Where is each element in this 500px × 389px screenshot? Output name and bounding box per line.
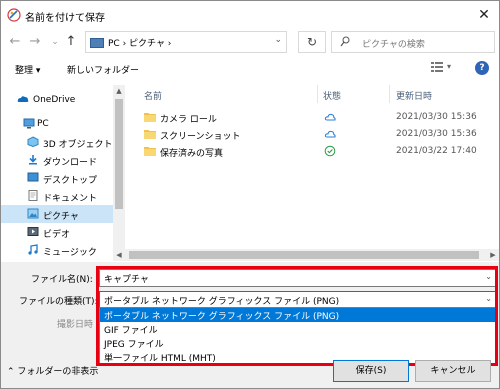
filetype-dropdown-list: ポータブル ネットワーク グラフィックス ファイル (PNG) GIF ファイル… [99,307,498,365]
view-options-icon[interactable] [431,61,443,73]
sidebar-item-videos[interactable]: ビデオ [1,223,113,241]
scrollbar-thumb[interactable] [129,251,479,259]
scroll-right-arrow-icon[interactable]: ▶ [489,251,497,259]
pc-icon [90,38,104,48]
chevron-down-icon[interactable]: ⌄ [485,294,492,303]
scrollbar-thumb[interactable] [115,99,123,209]
hide-folders-toggle[interactable]: ⌃ フォルダーの非表示 [7,364,98,377]
file-row[interactable]: 保存済みの写真 2021/03/22 17:40 [128,143,486,160]
new-folder-button[interactable]: 新しいフォルダー [67,63,139,76]
sidebar-item-downloads[interactable]: ダウンロード [1,151,113,169]
folder-icon [144,147,156,156]
onedrive-icon [17,96,29,102]
search-placeholder: ピクチャの検索 [362,40,425,50]
scroll-left-arrow-icon[interactable]: ◀ [115,251,123,259]
date-taken-label: 撮影日時 [57,320,94,330]
close-button[interactable]: ✕ [473,5,495,25]
title-bar: 名前を付けて保存 ✕ [1,1,499,29]
horizontal-scrollbar[interactable]: ◀ ▶ [113,249,499,261]
pc-icon [23,118,35,129]
folder-icon [144,113,156,122]
filetype-value[interactable]: ポータブル ネットワーク グラフィックス ファイル (PNG) [104,294,339,307]
filetype-option[interactable]: GIF ファイル [100,322,497,336]
save-as-dialog: 名前を付けて保存 ✕ ← → ⌄ ↑ PC › ピクチャ › ⌄ ↻ ピクチャの… [0,0,500,389]
organize-button[interactable]: 整理 ▾ [15,63,40,76]
column-divider[interactable] [317,85,318,103]
up-button[interactable]: ↑ [63,34,79,50]
column-header-status[interactable]: 状態 [323,89,341,102]
file-name: スクリーンショット [160,132,241,142]
synced-check-icon [324,145,336,157]
music-icon [28,244,38,255]
address-bar[interactable]: PC › ピクチャ › ⌄ [85,31,287,53]
hide-folders-label: フォルダーの非表示 [17,367,99,377]
paint-app-icon [7,8,21,22]
forward-button[interactable]: → [27,34,43,50]
file-modified: 2021/03/30 15:36 [396,129,477,139]
3d-objects-icon [27,136,39,147]
recent-locations-dropdown[interactable]: ⌄ [47,34,63,50]
sidebar-scrollbar[interactable]: ▲ ▼ [113,85,125,261]
file-modified: 2021/03/22 17:40 [396,146,477,156]
view-dropdown-icon[interactable]: ▾ [447,62,451,71]
documents-icon [28,190,38,201]
filetype-option[interactable]: JPEG ファイル [100,336,497,350]
navigation-pane: OneDrive PC 3D オブジェクト ダウンロード デスクトップ ドキュメ… [1,85,127,261]
file-name: 保存済みの写真 [160,149,224,159]
address-dropdown-icon[interactable]: ⌄ [274,35,282,45]
sidebar-item-music[interactable]: ミュージック [1,241,113,259]
column-divider[interactable] [389,85,390,103]
cloud-icon [324,130,336,138]
save-button[interactable]: 保存(S) [333,360,409,382]
sidebar-item-onedrive[interactable]: OneDrive [1,91,113,109]
filetype-label: ファイルの種類(T): [19,297,98,307]
chevron-up-icon: ⌃ [7,367,15,377]
videos-icon [27,227,39,236]
scroll-up-arrow-icon[interactable]: ▲ [115,87,123,95]
search-box[interactable]: ピクチャの検索 [331,31,495,53]
window-title: 名前を付けて保存 [25,13,105,24]
folder-icon [144,130,156,139]
cancel-button[interactable]: キャンセル [415,360,491,382]
download-icon [29,155,37,165]
column-header-name[interactable]: 名前 [144,89,162,102]
sidebar-item-documents[interactable]: ドキュメント [1,187,113,205]
filename-value[interactable]: キャプチャ [104,272,149,285]
sidebar-item-pc[interactable]: PC [1,115,113,133]
breadcrumb[interactable]: PC › ピクチャ › [108,36,171,49]
sidebar-item-pictures[interactable]: ピクチャ [1,205,113,223]
file-row[interactable]: カメラ ロール 2021/03/30 15:36 [128,109,486,126]
desktop-icon [27,172,39,182]
column-header-modified[interactable]: 更新日時 [396,89,432,102]
pictures-icon [27,208,39,219]
filetype-option[interactable]: ポータブル ネットワーク グラフィックス ファイル (PNG) [100,308,497,322]
filename-input[interactable]: キャプチャ ⌄ [99,269,496,287]
file-modified: 2021/03/30 15:36 [396,112,477,122]
sidebar-item-desktop[interactable]: デスクトップ [1,169,113,187]
refresh-button[interactable]: ↻ [298,31,326,53]
file-row[interactable]: スクリーンショット 2021/03/30 15:36 [128,126,486,143]
help-icon[interactable]: ? [475,61,489,75]
filename-label: ファイル名(N): [31,275,93,285]
sidebar-item-3d-objects[interactable]: 3D オブジェクト [1,133,113,151]
file-name: カメラ ロール [160,115,217,125]
search-icon [340,36,350,47]
back-button[interactable]: ← [7,34,23,50]
chevron-down-icon[interactable]: ⌄ [485,272,492,281]
cloud-icon [324,113,336,121]
